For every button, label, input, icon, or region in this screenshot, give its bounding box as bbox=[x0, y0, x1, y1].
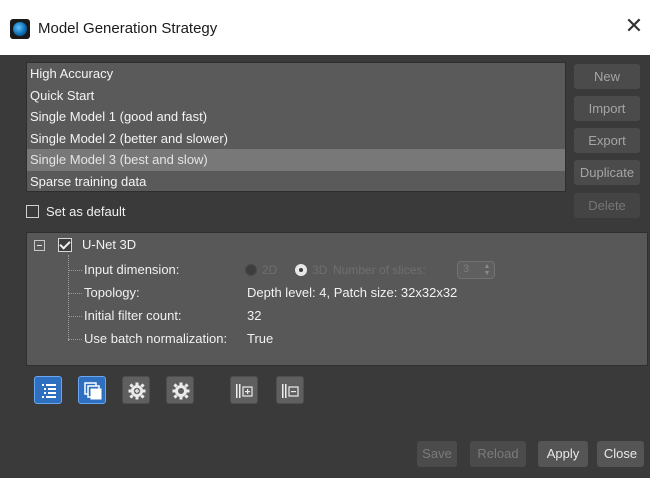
collapse-node-icon[interactable] bbox=[34, 240, 45, 251]
list-view-icon bbox=[42, 384, 56, 398]
close-button[interactable]: Close bbox=[597, 441, 644, 467]
app-logo-icon bbox=[10, 19, 30, 39]
new-button[interactable]: New bbox=[574, 64, 640, 89]
model-node-label: U-Net 3D bbox=[82, 237, 137, 252]
batch-norm-label: Use batch normalization: bbox=[84, 331, 228, 346]
add-column-button[interactable] bbox=[230, 376, 258, 404]
strategy-item[interactable]: Sparse training data bbox=[27, 171, 565, 193]
filter-count-label: Initial filter count: bbox=[84, 308, 182, 323]
model-node-checkbox[interactable] bbox=[58, 238, 72, 252]
radio-2d-label: 2D bbox=[262, 263, 278, 277]
strategy-item[interactable]: High Accuracy bbox=[27, 63, 565, 85]
gear-add-button[interactable] bbox=[122, 376, 150, 404]
gear-add-icon bbox=[128, 382, 146, 400]
duplicate-button[interactable]: Duplicate bbox=[574, 160, 640, 185]
filter-count-value: 32 bbox=[247, 308, 262, 323]
list-view-button[interactable] bbox=[34, 376, 62, 404]
set-default-label: Set as default bbox=[46, 203, 126, 219]
strategy-item[interactable]: Quick Start bbox=[27, 85, 565, 107]
window-title: Model Generation Strategy bbox=[38, 20, 218, 37]
import-button[interactable]: Import bbox=[574, 96, 640, 121]
remove-column-icon bbox=[282, 384, 299, 398]
radio-3d[interactable] bbox=[295, 264, 307, 276]
apply-button[interactable]: Apply bbox=[538, 441, 588, 467]
gear-icon bbox=[172, 382, 190, 400]
radio-3d-label: 3D bbox=[312, 263, 328, 277]
strategy-item-selected[interactable]: Single Model 3 (best and slow) bbox=[27, 149, 565, 171]
copy-layers-button[interactable] bbox=[78, 376, 106, 404]
remove-column-button[interactable] bbox=[276, 376, 304, 404]
slices-label: Number of slices: bbox=[333, 263, 426, 277]
tree-connector bbox=[68, 316, 82, 317]
tree-connector bbox=[68, 339, 82, 340]
export-button[interactable]: Export bbox=[574, 128, 640, 153]
gear-button[interactable] bbox=[166, 376, 194, 404]
topology-value: Depth level: 4, Patch size: 32x32x32 bbox=[247, 285, 458, 300]
input-dimension-label: Input dimension: bbox=[84, 262, 180, 277]
slices-value: 3 bbox=[463, 263, 470, 275]
batch-norm-value: True bbox=[247, 331, 274, 346]
reload-button[interactable]: Reload bbox=[470, 441, 526, 467]
tree-connector bbox=[68, 293, 82, 294]
topology-label: Topology: bbox=[84, 285, 140, 300]
set-default-row[interactable]: Set as default bbox=[26, 203, 126, 219]
window-close-button[interactable]: ✕ bbox=[622, 16, 646, 40]
set-default-checkbox[interactable] bbox=[26, 204, 39, 218]
model-tree-panel: U-Net 3D Input dimension: 2D 3D Number o… bbox=[26, 232, 648, 366]
spin-arrows-icon[interactable]: ▲ ▼ bbox=[483, 263, 491, 277]
delete-button[interactable]: Delete bbox=[574, 193, 640, 218]
strategy-item[interactable]: Single Model 2 (better and slower) bbox=[27, 128, 565, 150]
tree-connector bbox=[68, 255, 69, 341]
strategy-item[interactable]: Single Model 1 (good and fast) bbox=[27, 106, 565, 128]
slices-spinbox[interactable]: 3 ▲ ▼ bbox=[457, 261, 495, 279]
save-button[interactable]: Save bbox=[417, 441, 457, 467]
copy-layers-icon bbox=[84, 382, 102, 400]
radio-2d[interactable] bbox=[245, 264, 257, 276]
strategy-list[interactable]: High Accuracy Quick Start Single Model 1… bbox=[26, 62, 566, 192]
add-column-icon bbox=[236, 384, 253, 398]
title-bar: Model Generation Strategy ✕ bbox=[0, 0, 650, 55]
tree-connector bbox=[68, 270, 82, 271]
